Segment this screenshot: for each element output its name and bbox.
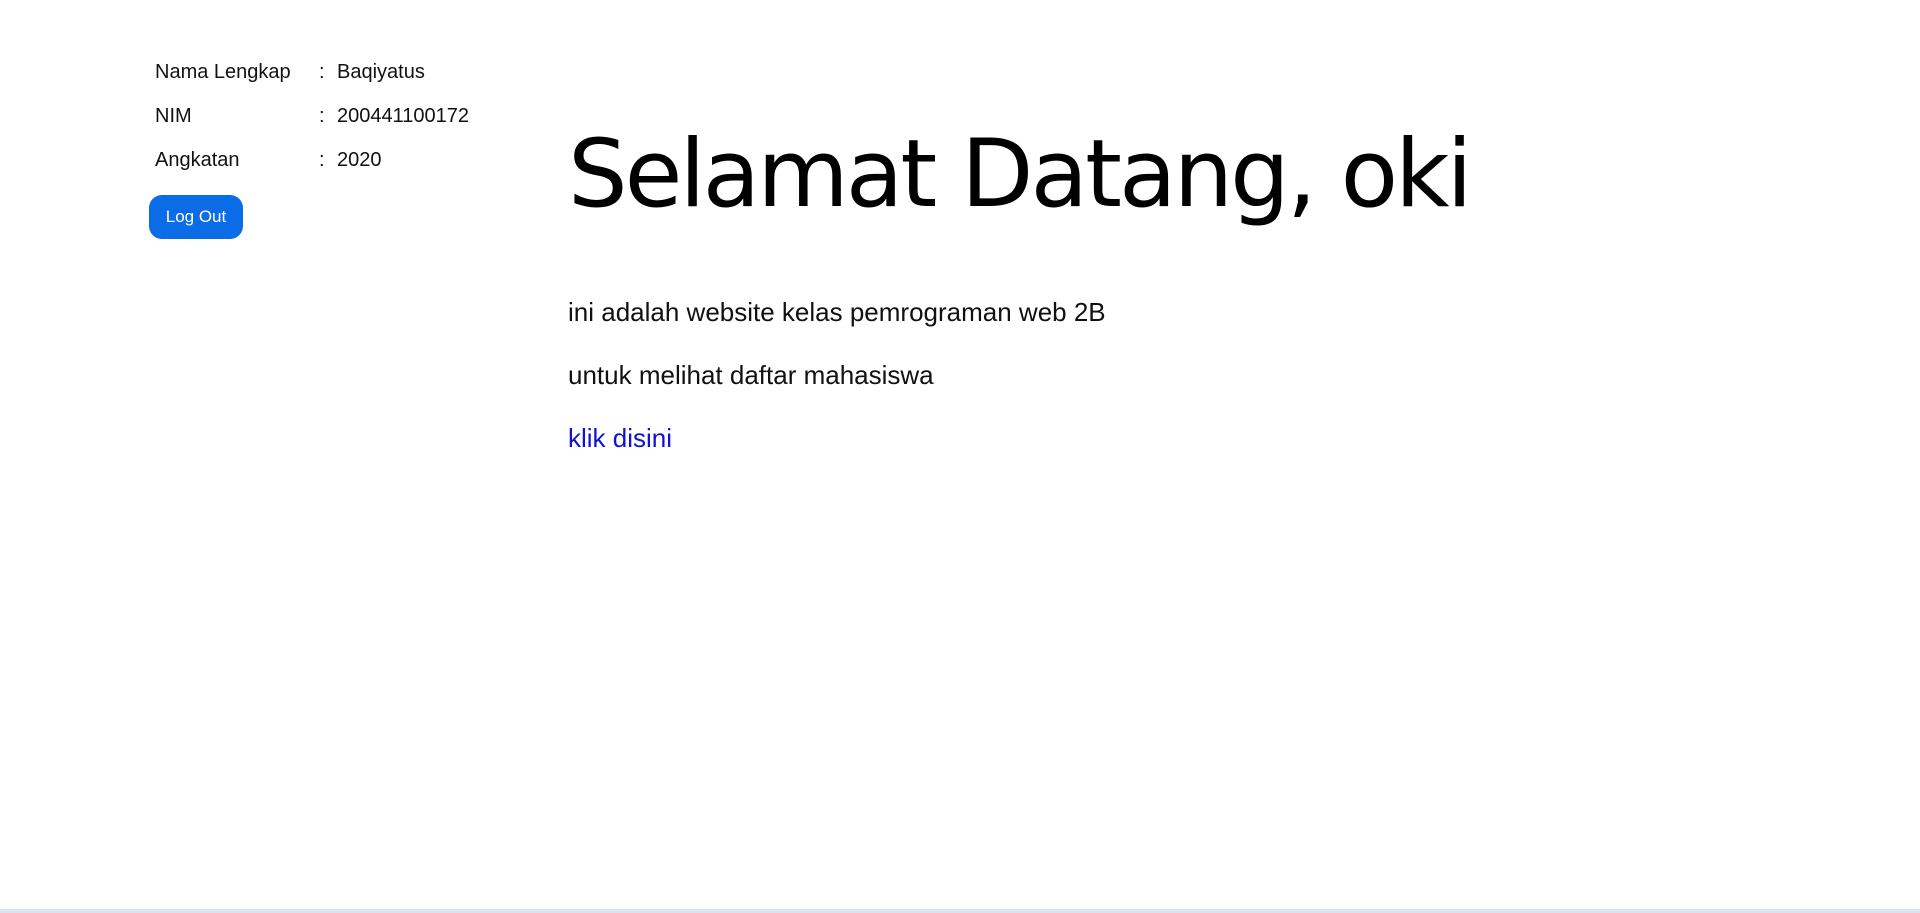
student-list-link[interactable]: klik disini [568,420,672,456]
profile-label: Angkatan [155,148,240,171]
profile-row-angkatan: Angkatan : 2020 [155,138,535,182]
profile-panel: Nama Lengkap : Baqiyatus NIM : 200441100… [155,50,535,182]
profile-separator: : [319,148,325,171]
profile-separator: : [319,60,325,83]
intro-text-secondary: untuk melihat daftar mahasiswa [568,360,934,390]
main-content: Selamat Datang, oki ini adalah website k… [568,110,1768,453]
profile-value: 2020 [337,148,382,171]
bottom-divider [0,909,1920,913]
page: Nama Lengkap : Baqiyatus NIM : 200441100… [0,0,1920,913]
profile-label: NIM [155,104,192,127]
page-title: Selamat Datang, oki [568,120,1473,229]
logout-button[interactable]: Log Out [149,195,243,239]
profile-value: Baqiyatus [337,60,425,83]
profile-value: 200441100172 [337,104,469,127]
profile-row-name: Nama Lengkap : Baqiyatus [155,50,535,94]
profile-row-nim: NIM : 200441100172 [155,94,535,138]
profile-separator: : [319,104,325,127]
profile-label: Nama Lengkap [155,60,291,83]
intro-text: ini adalah website kelas pemrograman web… [568,297,1106,327]
